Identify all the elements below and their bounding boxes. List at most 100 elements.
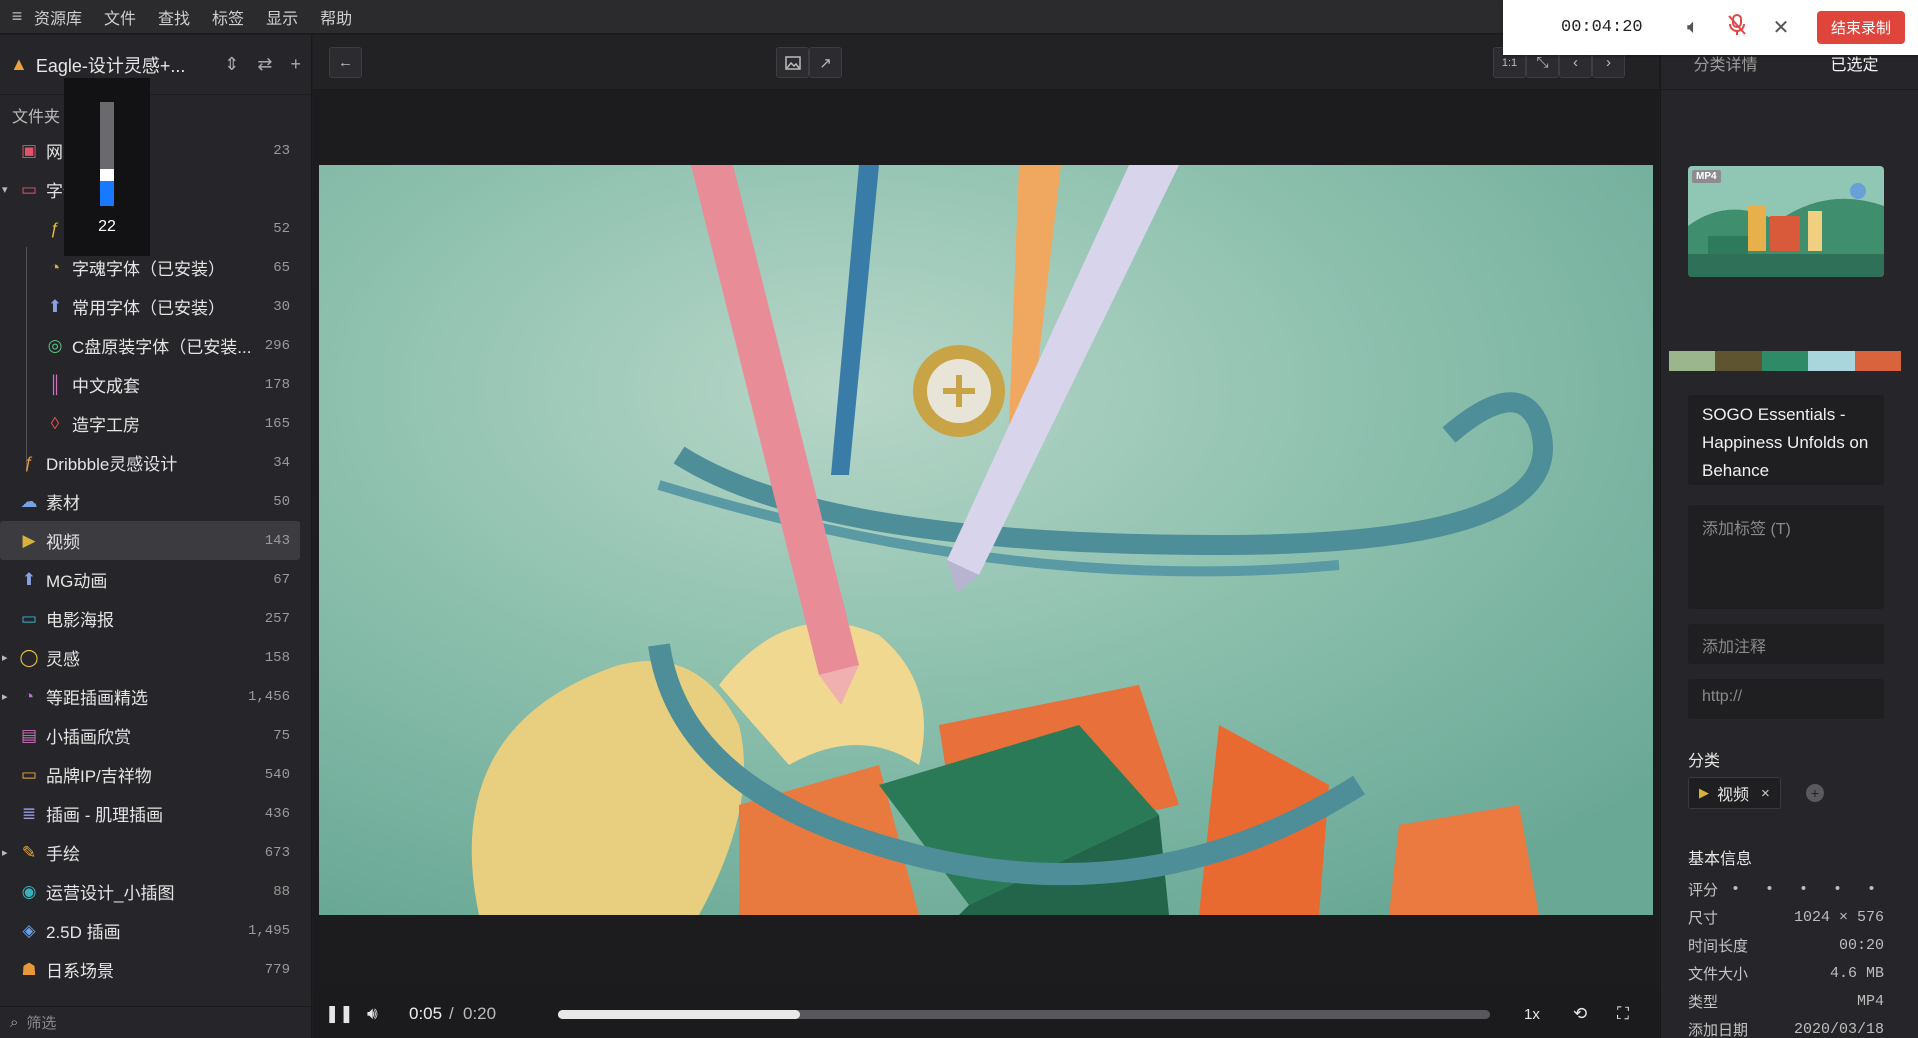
sidebar-item-folder[interactable]: ƒ Dribbble灵感设计 34 <box>0 443 300 482</box>
folder-count: 50 <box>273 493 290 510</box>
fullscreen-icon[interactable]: ⛶ <box>1617 1004 1629 1024</box>
info-row: 评分 • • • • • <box>1688 875 1884 903</box>
menu-view[interactable]: 显示 <box>266 5 298 29</box>
info-key: 文件大小 <box>1688 965 1749 983</box>
viewer-toolbar: ← ↗ 1:1 ⤡ ‹ › <box>313 35 1659 90</box>
category-chip[interactable]: ▶ 视频 × <box>1688 777 1781 809</box>
menu-find[interactable]: 查找 <box>158 5 190 29</box>
sidebar-item-folder[interactable]: ◊ 造字工房 165 <box>0 404 300 443</box>
volume-popup[interactable]: 22 <box>64 78 150 256</box>
video-frame[interactable] <box>319 165 1653 915</box>
volume-value: 22 <box>98 218 116 235</box>
expand-caret-icon[interactable]: ▸ <box>2 690 8 703</box>
library-switch-icon[interactable]: ⇕ <box>224 54 239 75</box>
pen-icon: ✎ <box>21 842 37 862</box>
folder-name: 灵感 <box>46 650 80 669</box>
volume-icon[interactable]: 🔊︎ <box>367 1004 378 1024</box>
bag-icon: ▤ <box>20 725 38 745</box>
image-view-button[interactable] <box>776 47 809 78</box>
sidebar-item-folder[interactable]: ▣网站截图收藏23 <box>0 131 300 170</box>
recording-timer: 00:04:20 <box>1561 18 1643 37</box>
folder-count: 52 <box>273 220 290 237</box>
menu-file[interactable]: 文件 <box>104 5 136 29</box>
sidebar-item-folder[interactable]: ƒ字体灵感52 <box>0 209 300 248</box>
tags-field[interactable]: 添加标签 (T) <box>1688 505 1884 609</box>
sync-icon[interactable]: ⇄ <box>257 54 272 75</box>
hamburger-menu-icon[interactable]: ≡ <box>0 6 34 27</box>
folder-list: ▣网站截图收藏23▾▭字体ƒ字体灵感52◔字魂字体（已安装）65⬆常用字体（已安… <box>0 131 300 989</box>
progress-fill <box>558 1010 801 1019</box>
folder-count: 165 <box>264 415 290 432</box>
remove-category-icon[interactable]: × <box>1761 785 1770 802</box>
color-swatch[interactable] <box>1854 351 1902 371</box>
expand-caret-icon[interactable]: ▸ <box>2 846 8 859</box>
sidebar-item-folder[interactable]: ▭ 品牌IP/吉祥物 540 <box>0 755 300 794</box>
tab-category-details[interactable]: 分类详情 <box>1661 55 1790 89</box>
sidebar-item-folder[interactable]: ▭ 电影海报 257 <box>0 599 300 638</box>
rating-stars[interactable]: • • • • • <box>1731 881 1884 898</box>
sidebar-item-folder[interactable]: ☁ 素材 50 <box>0 482 300 521</box>
close-icon[interactable]: ✕ <box>1759 15 1803 40</box>
sidebar-item-folder[interactable]: ▾ ▭ 字体 <box>0 170 300 209</box>
loop-icon[interactable]: ⟲ <box>1573 1004 1587 1024</box>
info-value: MP4 <box>1856 992 1884 1010</box>
inspector-panel: 分类详情 已选定 MP4 SOGO Essentials - Happiness… <box>1660 55 1918 1038</box>
sidebar-item-folder[interactable]: ▸ ◯ 灵感 158 <box>0 638 300 677</box>
note-field[interactable]: 添加注释 <box>1688 624 1884 664</box>
filter-input[interactable]: ⌕ 筛选 <box>0 1006 312 1038</box>
folder-name: 运营设计_小插图 <box>46 884 175 903</box>
url-field[interactable]: http:// <box>1688 679 1884 719</box>
sidebar-item-folder[interactable]: ≣ 插画 - 肌理插画 436 <box>0 794 300 833</box>
menu-help[interactable]: 帮助 <box>320 5 352 29</box>
sidebar-item-folder[interactable]: ◉ 运营设计_小插图 88 <box>0 872 300 911</box>
pause-icon[interactable]: ❚❚ <box>325 1004 354 1024</box>
gamepad-icon: ◎ <box>47 335 63 355</box>
sidebar-item-folder[interactable]: ◎ C盘原装字体（已安装... 296 <box>0 326 300 365</box>
info-value: 2020/03/18 <box>1793 1020 1884 1038</box>
video-thumbnail[interactable]: MP4 <box>1688 166 1884 277</box>
expand-caret-icon[interactable]: ▸ <box>2 651 8 664</box>
folder-count: 540 <box>264 766 290 783</box>
search-icon: ⌕ <box>10 1014 19 1031</box>
sidebar-item-folder[interactable]: ⬆ 常用字体（已安装） 30 <box>0 287 300 326</box>
menu-library[interactable]: 资源库 <box>34 5 82 29</box>
info-row: 时间长度 00:20 <box>1688 931 1884 959</box>
sidebar-item-folder[interactable]: ▸ ✎ 手绘 673 <box>0 833 300 872</box>
add-icon[interactable]: + <box>290 54 301 75</box>
progress-bar[interactable] <box>558 1010 1490 1019</box>
open-external-button[interactable]: ↗ <box>809 47 842 78</box>
palette-icon: ◔ <box>23 686 35 706</box>
folder-icon: ▭ <box>20 608 38 628</box>
back-button[interactable]: ← <box>329 47 362 78</box>
sidebar-item-folder[interactable]: ▶ 视频 143 <box>0 521 300 560</box>
tab-selected[interactable]: 已选定 <box>1790 55 1918 89</box>
library-name[interactable]: Eagle-设计灵感+... <box>36 52 206 78</box>
warning-icon: ▲ <box>10 54 28 74</box>
expand-caret-icon[interactable]: ▾ <box>2 183 8 196</box>
mic-muted-icon[interactable] <box>1715 13 1759 42</box>
end-recording-button[interactable]: 结束录制 <box>1817 11 1906 44</box>
info-row: 添加日期 2020/03/18 <box>1688 1015 1884 1038</box>
cat-icon: ☗ <box>21 959 37 979</box>
speed-button[interactable]: 1x <box>1524 1006 1540 1023</box>
sidebar-item-folder[interactable]: ⬆ MG动画 67 <box>0 560 300 599</box>
basic-info-label: 基本信息 <box>1688 851 1753 868</box>
color-swatch[interactable] <box>1808 351 1855 371</box>
sidebar-item-folder[interactable]: ☗ 日系场景 779 <box>0 950 300 989</box>
volume-knob[interactable] <box>100 169 114 181</box>
add-category-icon[interactable]: + <box>1806 784 1824 802</box>
category-chip-label: 视频 <box>1717 787 1750 804</box>
sidebar-item-folder[interactable]: ║ 中文成套 178 <box>0 365 300 404</box>
sidebar-item-folder[interactable]: ▸ ◔ 等距插画精选 1,456 <box>0 677 300 716</box>
color-swatch[interactable] <box>1715 351 1762 371</box>
sidebar-item-folder[interactable]: ◈ 2.5D 插画 1,495 <box>0 911 300 950</box>
speaker-icon[interactable]: 🔈︎ <box>1671 16 1715 39</box>
menu-tags[interactable]: 标签 <box>212 5 244 29</box>
library-header: ▲ Eagle-设计灵感+... ⇕ ⇄ + <box>0 35 311 95</box>
color-swatch[interactable] <box>1669 351 1716 371</box>
color-swatch[interactable] <box>1761 351 1809 371</box>
info-key: 尺寸 <box>1688 909 1719 927</box>
title-field[interactable]: SOGO Essentials - Happiness Unfolds on B… <box>1688 395 1884 485</box>
sidebar-item-folder[interactable]: ◔ 字魂字体（已安装） 65 <box>0 248 300 287</box>
sidebar-item-folder[interactable]: ▤ 小插画欣赏 75 <box>0 716 300 755</box>
